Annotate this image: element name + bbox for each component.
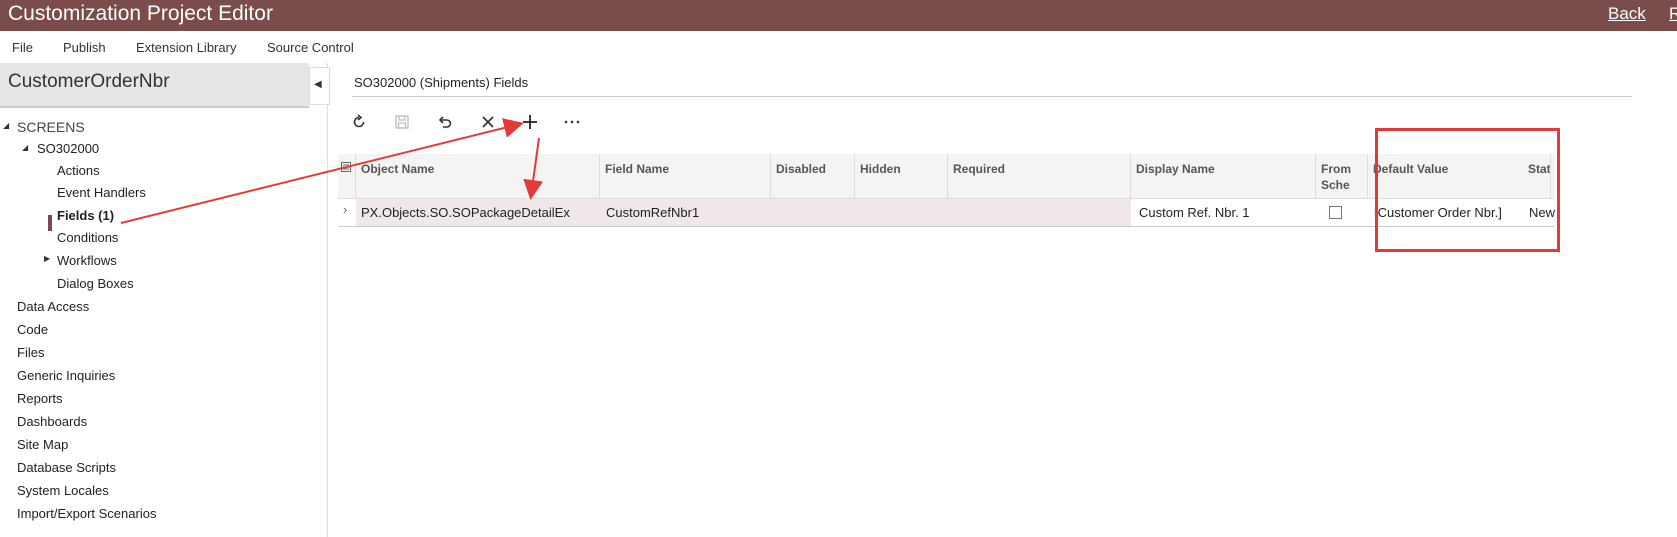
tree-item-code[interactable]: Code [17, 322, 48, 337]
selection-indicator [48, 215, 52, 231]
add-icon [523, 115, 537, 129]
refresh-button[interactable] [344, 107, 374, 137]
row-expander[interactable]: › [338, 199, 356, 226]
from-schema-checkbox[interactable] [1329, 206, 1342, 219]
delete-button[interactable] [473, 107, 503, 137]
tree-item-reports[interactable]: Reports [17, 391, 63, 406]
tree-item-site-map[interactable]: Site Map [17, 437, 68, 452]
grid-settings-icon [341, 162, 351, 172]
tree-item-screens[interactable]: SCREENS [17, 119, 85, 135]
tree-item-database-scripts[interactable]: Database Scripts [17, 460, 116, 475]
collapse-sidebar-button[interactable]: ◀ [309, 67, 330, 105]
cell-object-name[interactable]: PX.Objects.SO.SOPackageDetailEx [356, 199, 600, 226]
column-header-object-name[interactable]: Object Name [356, 154, 600, 198]
refresh-icon [353, 114, 365, 128]
column-header-required[interactable]: Required [948, 154, 1131, 198]
caret-down-icon[interactable]: ◢ [3, 121, 9, 130]
column-header-display-name[interactable]: Display Name [1131, 154, 1316, 198]
caret-left-icon: ◀ [314, 79, 322, 90]
section-title: SO302000 (Shipments) Fields [354, 75, 529, 90]
tree-item-generic-inquiries[interactable]: Generic Inquiries [17, 368, 115, 383]
annotation-highlight-box [1375, 128, 1560, 252]
project-header: CustomerOrderNbr [0, 63, 309, 108]
project-name: CustomerOrderNbr [8, 71, 170, 92]
column-header-disabled[interactable]: Disabled [771, 154, 855, 198]
tree-item-conditions[interactable]: Conditions [57, 230, 118, 245]
tree-item-workflows[interactable]: Workflows [57, 253, 117, 268]
tree-item-so302000[interactable]: SO302000 [37, 141, 99, 156]
delete-icon [482, 116, 494, 128]
sidebar: CustomerOrderNbr ◀ ◢ SCREENS ◢ SO302000 … [0, 63, 330, 537]
save-icon [395, 115, 409, 129]
save-button[interactable] [387, 107, 417, 137]
add-button[interactable] [515, 107, 545, 137]
title-bar: Customization Project Editor Back R [0, 0, 1677, 31]
cell-disabled[interactable] [771, 199, 855, 226]
app-title: Customization Project Editor [8, 2, 273, 25]
cell-display-name[interactable]: Custom Ref. Nbr. 1 [1131, 199, 1316, 226]
column-header-from-schema[interactable]: From Sche [1316, 154, 1368, 198]
menu-publish[interactable]: Publish [63, 40, 106, 55]
cell-hidden[interactable] [855, 199, 948, 226]
tree-item-actions[interactable]: Actions [57, 163, 100, 178]
more-button[interactable] [557, 107, 587, 137]
undo-button[interactable] [430, 107, 460, 137]
tree-item-system-locales[interactable]: System Locales [17, 483, 109, 498]
cell-field-name[interactable]: CustomRefNbr1 [600, 199, 771, 226]
section-divider [352, 96, 1632, 97]
tree-item-dashboards[interactable]: Dashboards [17, 414, 87, 429]
tree-item-fields[interactable]: Fields (1) [57, 208, 114, 223]
table-row[interactable]: › PX.Objects.SO.SOPackageDetailEx Custom… [338, 199, 1555, 227]
menu-file[interactable]: File [12, 40, 33, 55]
cell-required[interactable] [948, 199, 1131, 226]
tree-item-files[interactable]: Files [17, 345, 44, 360]
caret-right-icon[interactable]: ▶ [44, 254, 50, 263]
back-link[interactable]: Back [1608, 4, 1646, 24]
undo-icon [438, 116, 452, 128]
tree-item-dialog-boxes[interactable]: Dialog Boxes [57, 276, 134, 291]
cell-from-schema[interactable] [1316, 199, 1368, 226]
column-header-field-name[interactable]: Field Name [600, 154, 771, 198]
tree-item-data-access[interactable]: Data Access [17, 299, 89, 314]
caret-down-icon[interactable]: ◢ [22, 143, 28, 152]
chevron-right-icon: › [343, 202, 348, 217]
tree-item-import-export-scenarios[interactable]: Import/Export Scenarios [17, 506, 156, 521]
column-header-hidden[interactable]: Hidden [855, 154, 948, 198]
grid-header: Object Name Field Name Disabled Hidden R… [338, 154, 1554, 199]
menu-extension-library[interactable]: Extension Library [136, 40, 236, 55]
menu-bar: File Publish Extension Library Source Co… [0, 31, 1677, 63]
grid-settings-column[interactable] [338, 154, 356, 198]
more-icon [564, 120, 580, 124]
menu-source-control[interactable]: Source Control [267, 40, 354, 55]
clipped-link[interactable]: R [1669, 4, 1677, 24]
tree-item-event-handlers[interactable]: Event Handlers [57, 185, 146, 200]
